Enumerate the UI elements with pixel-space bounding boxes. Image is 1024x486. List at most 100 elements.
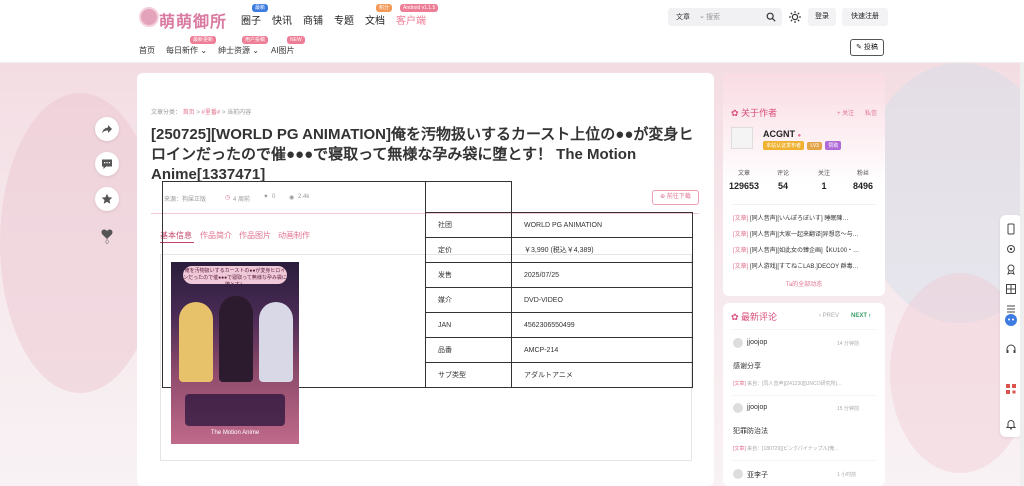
list-item[interactable]: [文章] [同人游戏][すてねこLAB.]DECOY 群毒…	[733, 261, 875, 270]
favorite-button[interactable]	[95, 187, 119, 211]
logo-icon	[139, 7, 159, 27]
comment-time: 15 分钟前	[837, 406, 859, 412]
stat-label: 粉丝	[856, 171, 869, 177]
qrcode-icon[interactable]	[1005, 383, 1017, 395]
chat-bot-icon[interactable]	[1004, 313, 1018, 327]
heart-icon	[101, 229, 113, 239]
cover-logo-plate	[185, 394, 285, 426]
list-item[interactable]: [文章] [同人音声][いんぽろぼいす] 睡眠陳…	[733, 213, 875, 222]
stat-value: 8496	[852, 181, 874, 191]
comment-button[interactable]	[95, 152, 119, 176]
chevron-down-icon: ⌄	[699, 13, 705, 20]
comment-text[interactable]: 感谢分享	[733, 361, 761, 371]
theme-toggle-icon[interactable]	[789, 11, 801, 23]
see-all-link[interactable]: Ta的全部动态	[723, 279, 885, 288]
prev-button[interactable]: ‹ PREV	[819, 313, 839, 319]
verified-icon: ●	[797, 133, 802, 139]
register-button[interactable]: 快速注册	[842, 8, 888, 26]
headset-icon[interactable]	[1005, 343, 1017, 355]
comment-text[interactable]: 犯罪防治法	[733, 426, 768, 436]
subnav-resources[interactable]: 绅士资源 ⌄	[218, 45, 259, 56]
subnav-badge-user: 用户投稿	[242, 36, 269, 44]
post-tag: [文章]	[733, 264, 749, 270]
post-tag: [文章]	[733, 248, 749, 254]
avatar[interactable]	[731, 127, 753, 149]
next-label: NEXT	[851, 313, 868, 319]
ref-tag: [文章]	[733, 381, 746, 387]
nav-badge-new: 最新	[252, 4, 269, 12]
info-key: サブ类型	[425, 362, 512, 388]
info-key: JAN	[425, 312, 512, 338]
subnav-badge-updated: 最新更新	[190, 36, 217, 44]
pencil-icon: ✎	[856, 44, 864, 51]
ref-text: 来自：[180729][ピンクパイナップル]俺…	[747, 446, 840, 452]
login-button[interactable]: 登录	[808, 8, 836, 26]
info-key: 定价	[425, 237, 512, 263]
comment-ref[interactable]: [文章] 来自：[180729][ピンクパイナップル]俺…	[733, 445, 885, 452]
info-value: 2025/07/25	[511, 262, 693, 288]
message-button[interactable]: 私信	[865, 108, 877, 117]
stat-comments: 评论 54	[768, 168, 798, 191]
author-card-title-text: 关于作者	[741, 108, 778, 118]
page-scrollbar[interactable]	[1020, 63, 1024, 486]
subnav-ai[interactable]: AI图片	[271, 45, 295, 56]
comment-user[interactable]: 亚李子	[747, 470, 768, 480]
prev-label: PREV	[822, 313, 840, 319]
share-button[interactable]	[95, 117, 119, 141]
stat-label: 评论	[776, 171, 789, 177]
mobile-icon[interactable]	[1005, 223, 1017, 235]
stat-following: 关注 1	[809, 168, 839, 191]
subnav-home[interactable]: 首页	[139, 45, 155, 56]
post-text: [同人音声][大家一起来翻译]异想恋～与…	[750, 232, 859, 238]
breadcrumb-category[interactable]: #里番#	[202, 110, 221, 116]
list-item[interactable]: [文章] [同人音声][大家一起来翻译]异想恋～与…	[733, 229, 875, 238]
nav-circle[interactable]: 圈子	[241, 12, 261, 27]
follow-button[interactable]: + 关注	[837, 108, 854, 117]
stat-label: 关注	[817, 171, 830, 177]
settings-icon[interactable]	[1005, 243, 1017, 255]
sub-nav: 首页 每日新作 ⌄ 最新更新 绅士资源 ⌄ 用户投稿 AI图片 NEW ✎ 投稿	[0, 34, 1024, 63]
grid-icon[interactable]	[1005, 283, 1017, 295]
info-value: AMCP-214	[511, 337, 693, 363]
badge-level: LV3	[807, 142, 822, 150]
bell-icon[interactable]	[1005, 418, 1017, 430]
subnav-daily[interactable]: 每日新作 ⌄	[166, 45, 207, 56]
info-key: 社团	[425, 212, 512, 238]
search-icon[interactable]	[766, 12, 776, 22]
breadcrumb-home[interactable]: 首页	[183, 110, 195, 116]
avatar[interactable]	[733, 338, 743, 348]
stat-value: 54	[777, 181, 788, 191]
site-logo[interactable]: 萌萌御所	[139, 7, 257, 31]
breadcrumb: 文章分类： 首页 > #里番# > 当前内容	[151, 107, 251, 116]
cover-image[interactable]: 俺を汚物扱いするカーストの●●が変身ヒロインだったので催●●●で寝取って無様な孕…	[171, 262, 299, 444]
stat-value: 1	[821, 181, 827, 191]
nav-badge-version: Android v1.1.5	[400, 4, 439, 12]
nav-news[interactable]: 快讯	[272, 12, 292, 27]
stat-posts: 文章 129653	[729, 168, 759, 191]
bg-decoration	[0, 93, 160, 393]
subnav-daily-label: 每日新作	[166, 46, 198, 55]
post-text: [同人游戏][すてねこLAB.]DECOY 群毒…	[750, 264, 859, 270]
list-item[interactable]: [文章] [同人音声][如此女の臻企画]【KU100・…	[733, 245, 875, 254]
search-type-select[interactable]: 文章	[676, 12, 690, 22]
post-tag: [文章]	[733, 216, 749, 222]
comment-user[interactable]: jjoojop	[747, 404, 767, 411]
logo-text: 萌萌御所	[159, 12, 228, 31]
comment-ref[interactable]: [文章] 来自：[同人音声][241230][UNCO研究所]…	[733, 380, 885, 387]
comment-user[interactable]: jjoojop	[747, 339, 767, 346]
author-name[interactable]: ACGNT ●	[763, 129, 801, 139]
award-icon[interactable]	[1005, 263, 1017, 275]
next-button[interactable]: NEXT ›	[851, 313, 871, 319]
nav-client[interactable]: 客户端	[396, 12, 426, 27]
author-card: ✿ 关于作者 + 关注 私信 ACGNT ● 本站认证发布者 LV3 赞助 文章…	[723, 73, 885, 296]
nav-docs[interactable]: 文档	[365, 12, 385, 27]
table-cell	[425, 181, 512, 213]
divider	[733, 395, 875, 396]
avatar[interactable]	[733, 403, 743, 413]
nav-shop[interactable]: 商铺	[303, 12, 323, 27]
nav-topics[interactable]: 专题	[334, 12, 354, 27]
avatar[interactable]	[733, 469, 743, 479]
post-text: [同人音声][いんぽろぼいす] 睡眠陳…	[750, 216, 849, 222]
post-button[interactable]: ✎ 投稿	[850, 39, 884, 56]
search-input[interactable]: 搜索	[706, 12, 720, 22]
